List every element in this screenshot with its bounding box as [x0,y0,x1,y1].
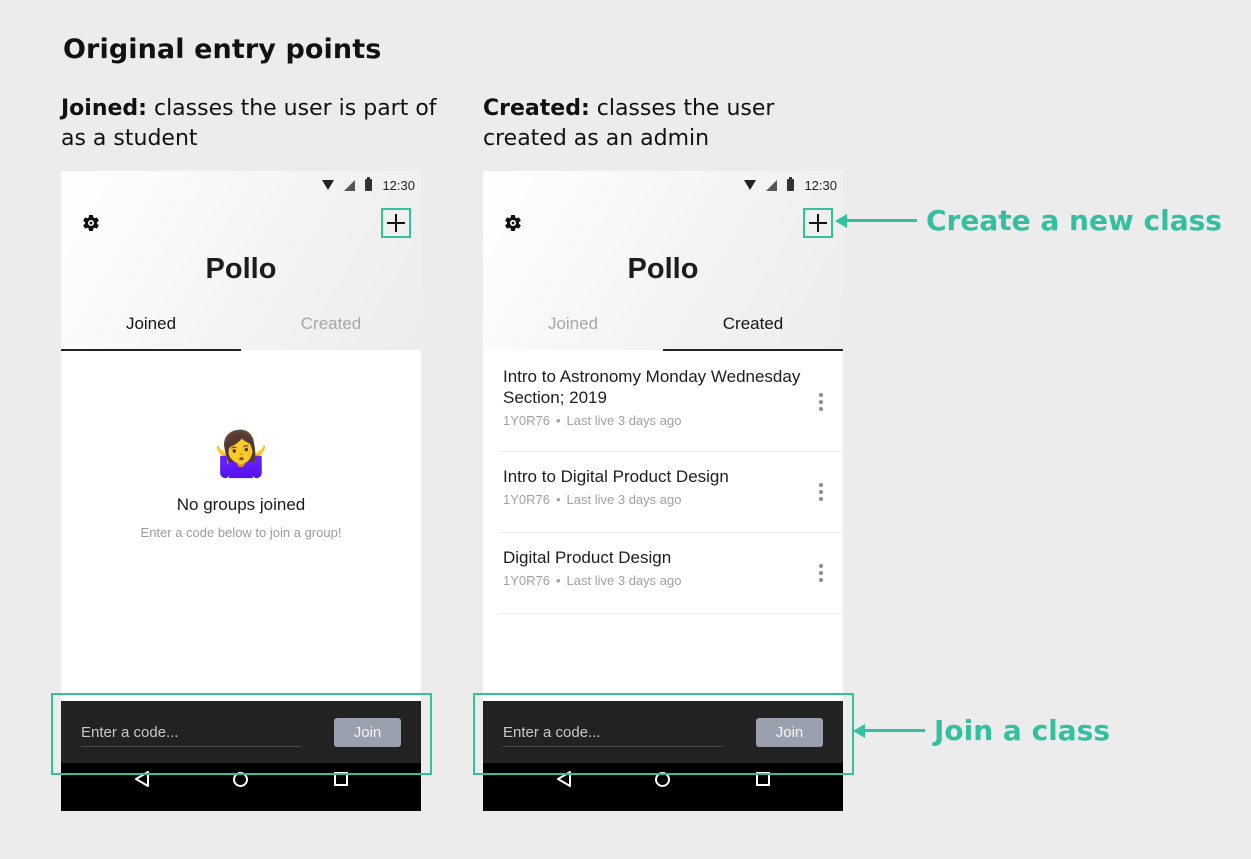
app-title: Pollo [627,253,699,285]
recents-square-icon[interactable] [334,772,348,786]
joined-caption: Joined: classes the user is part of as a… [61,94,441,154]
gear-icon[interactable] [503,213,523,233]
class-meta: 1Y0R76 • Last live 3 days ago [503,492,682,507]
back-triangle-icon[interactable] [556,771,572,787]
home-circle-icon[interactable] [233,772,248,787]
tab-joined[interactable]: Joined [483,311,663,351]
class-code: 1Y0R76 [503,413,550,428]
class-last-live: Last live 3 days ago [566,413,682,428]
tab-joined[interactable]: Joined [61,311,241,351]
class-last-live: Last live 3 days ago [566,573,682,588]
create-class-annotation-label: Create a new class [926,204,1222,237]
page-title: Original entry points [63,34,382,65]
class-code: 1Y0R76 [503,573,550,588]
joined-phone-screen: 12:30 Pollo Joined Created 🤷‍♀️ No group… [61,171,421,811]
more-vertical-icon[interactable] [819,564,823,582]
create-class-button[interactable] [803,208,833,238]
arrow-line [847,219,917,222]
arrow-left-icon [835,213,847,228]
join-class-annotation-label: Join a class [934,714,1110,747]
join-button[interactable]: Join [334,718,401,747]
wifi-icon [744,180,757,190]
class-name: Digital Product Design [503,548,672,567]
create-class-button[interactable] [381,208,411,238]
tab-created[interactable]: Created [663,311,843,351]
class-list-item[interactable]: Intro to Digital Product Design 1Y0R76 • L… [499,452,843,533]
class-list: Intro to Astronomy Monday Wednesday Sect… [499,352,843,614]
joined-caption-bold: Joined: [61,96,147,121]
wifi-icon [322,180,335,190]
arrow-line [865,729,925,732]
more-vertical-icon[interactable] [819,392,823,411]
home-circle-icon[interactable] [655,772,670,787]
app-header: 12:30 Pollo Joined Created [61,171,421,351]
class-name: Intro to Astronomy Monday Wednesday Sect… [503,367,801,407]
empty-state-title: No groups joined [176,495,306,514]
join-class-annotation: Join a class [853,714,1110,747]
plus-icon [387,214,405,232]
class-list-item[interactable]: Intro to Astronomy Monday Wednesday Sect… [499,352,843,452]
more-vertical-icon[interactable] [819,483,823,501]
class-meta: 1Y0R76 • Last live 3 days ago [503,413,682,428]
created-caption-bold: Created: [483,96,590,121]
status-time: 12:30 [382,177,415,193]
plus-icon [809,214,827,232]
status-bar: 12:30 [322,175,415,195]
created-phone-screen: 12:30 Pollo Joined Created Intro to Astr… [483,171,843,811]
app-header: 12:30 Pollo Joined Created [483,171,843,351]
join-bar: Join [61,701,421,763]
android-nav-bar [483,763,843,811]
code-input[interactable] [503,719,723,747]
arrow-left-icon [853,723,865,738]
class-name: Intro to Digital Product Design [503,467,729,486]
signal-icon [766,179,778,191]
class-last-live: Last live 3 days ago [566,492,682,507]
join-button[interactable]: Join [756,718,823,747]
battery-icon [365,177,373,191]
empty-state: 🤷‍♀️ No groups joined Enter a code below… [61,427,421,540]
gear-icon[interactable] [81,213,101,233]
app-title: Pollo [205,253,277,285]
created-caption: Created: classes the user created as an … [483,94,863,154]
android-nav-bar [61,763,421,811]
status-time: 12:30 [804,177,837,193]
code-input[interactable] [81,719,301,747]
recents-square-icon[interactable] [756,772,770,786]
class-code: 1Y0R76 [503,492,550,507]
shrug-emoji-icon: 🤷‍♀️ [213,429,269,480]
tab-created[interactable]: Created [241,311,421,351]
join-bar: Join [483,701,843,763]
signal-icon [344,179,356,191]
create-class-annotation: Create a new class [835,204,1222,237]
class-list-item[interactable]: Digital Product Design 1Y0R76 • Last live … [499,533,843,614]
empty-state-subtitle: Enter a code below to join a group! [140,525,342,540]
back-triangle-icon[interactable] [134,771,150,787]
battery-icon [787,177,795,191]
class-meta: 1Y0R76 • Last live 3 days ago [503,573,682,588]
status-bar: 12:30 [744,175,837,195]
